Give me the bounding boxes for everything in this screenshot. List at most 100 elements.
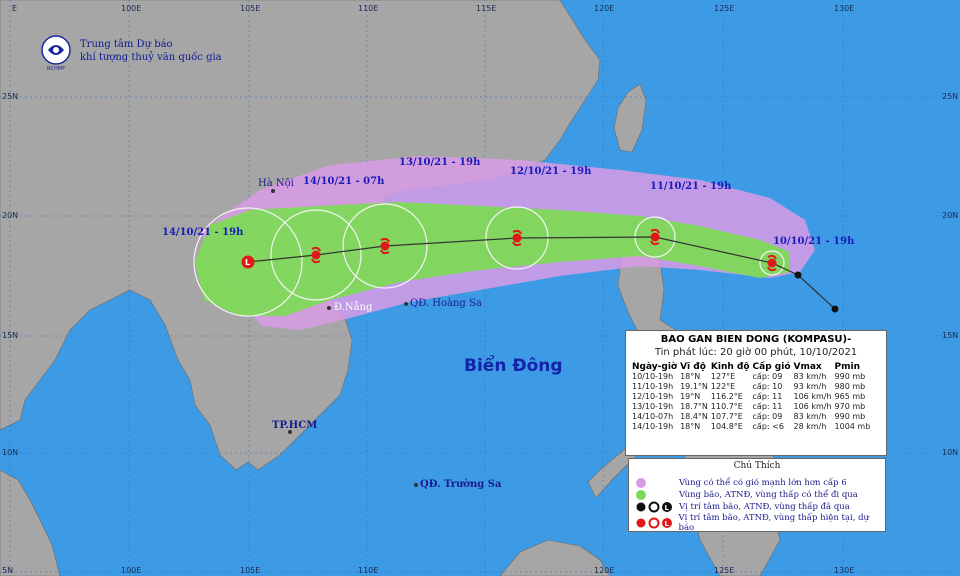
cell: cấp: 09: [752, 372, 783, 381]
col-header: Pmin: [834, 362, 860, 372]
cell: 1004 mb: [834, 422, 871, 431]
forecast-label: 14/10/21 - 07h: [303, 176, 385, 187]
cell: cấp: 11: [752, 402, 783, 411]
issue-time: Tin phát lúc: 20 giờ 00 phút, 10/10/2021: [654, 347, 858, 358]
cell: 980 mb: [834, 382, 866, 391]
cell: 14/10-07h: [632, 412, 674, 421]
legend-item: L Vị trí tâm bão, ATNĐ, vùng thấp đã qua: [635, 501, 850, 513]
cell: cấp: 09: [752, 412, 783, 421]
lat-label: 20N: [942, 211, 959, 220]
legend-label: Vị trí tâm bão, ATNĐ, vùng thấp đã qua: [679, 502, 850, 512]
col-header: Cấp gió: [752, 362, 791, 372]
svg-text:L: L: [245, 258, 250, 267]
cell: 83 km/h: [793, 412, 827, 421]
storm-zone-swatch-icon: [636, 490, 646, 500]
cell: 12/10-19h: [632, 392, 674, 401]
low-pressure-icon: L: [241, 255, 255, 269]
lon-label: 130E: [834, 4, 855, 13]
cell: cấp: <6: [752, 422, 784, 431]
lat-label: 20N: [2, 211, 19, 220]
place-danang: Đ.Nẵng: [334, 302, 373, 313]
cell: 10/10-19h: [632, 372, 674, 381]
lon-label: 115E: [476, 4, 497, 13]
table-row: 12/10-19h 19°N 116.2°E cấp: 11 106 km/h 965 m…: [632, 392, 873, 402]
forecast-label: 10/10/21 - 19h: [773, 236, 855, 247]
agency-name: Trung tâm Dự báo khí tượng thuỷ văn quốc…: [80, 38, 222, 64]
lon-label: 110E: [358, 4, 379, 13]
forecast-label: 13/10/21 - 19h: [399, 157, 481, 168]
cell: cấp: 11: [752, 392, 783, 401]
cell: 13/10-19h: [632, 402, 674, 411]
place-truongsa: QĐ. Trường Sa: [420, 479, 502, 490]
agency-line2: khí tượng thuỷ văn quốc gia: [80, 52, 222, 63]
table-row: 11/10-19h 19.1°N 122°E cấp: 10 93 km/h 980 mb: [632, 382, 873, 392]
lon-label: 105E: [240, 4, 261, 13]
table-row: 14/10-07h 18.4°N 107.7°E cấp: 09 83 km/h 990 …: [632, 412, 873, 422]
map-legend: Chú Thích Vùng có thể có gió mạnh lớn hơ…: [628, 458, 886, 533]
col-header: Kinh độ: [710, 362, 750, 372]
agency-line1: Trung tâm Dự báo: [80, 39, 173, 50]
lon-label: 100E: [121, 4, 142, 13]
lat-label: 10N: [2, 448, 19, 457]
svg-text:L: L: [665, 504, 670, 512]
map-stage: L E 100E 105E 110E 115E 120E 125E 130E 1…: [0, 0, 960, 576]
legend-label: Vùng có thể có gió mạnh lớn hơn cấp 6: [679, 478, 847, 488]
south-land: [0, 469, 61, 576]
lat-label: 25N: [2, 92, 19, 101]
storm-title: BAO GAN BIEN DONG (KOMPASU)-: [660, 334, 852, 345]
cell: 18.7°N: [680, 402, 708, 411]
cell: 990 mb: [834, 412, 866, 421]
legend-item: L Vị trí tâm bão, ATNĐ, vùng thấp hiện t…: [635, 513, 885, 533]
cell: 83 km/h: [793, 372, 827, 381]
cell: 970 mb: [834, 402, 866, 411]
lon-label: 105E: [240, 566, 261, 575]
cell: 14/10-19h: [632, 422, 674, 431]
cell: 93 km/h: [793, 382, 827, 391]
cell: 127°E: [710, 372, 736, 381]
cell: 19°N: [680, 392, 701, 401]
sea-name: Biển Đông: [464, 356, 563, 376]
lon-label: 120E: [594, 4, 615, 13]
svg-text:L: L: [665, 520, 670, 528]
agency-logo-icon: NCHMF: [41, 35, 71, 72]
cell: 19.1°N: [680, 382, 708, 391]
cell: 11/10-19h: [632, 382, 674, 391]
logo-text: NCHMF: [47, 66, 65, 72]
cell: 990 mb: [834, 372, 866, 381]
cell: 106 km/h: [793, 402, 832, 411]
strong-wind-swatch-icon: [636, 478, 646, 488]
lat-label: 25N: [942, 92, 959, 101]
place-hcm: TP.HCM: [272, 420, 318, 431]
legend-label: Vùng bão, ATNĐ, vùng thấp có thể đi qua: [679, 490, 858, 500]
legend-title: Chú Thích: [733, 461, 781, 471]
table-row: 13/10-19h 18.7°N 110.7°E cấp: 11 106 km/h 970…: [632, 402, 873, 412]
taiwan-island: [613, 83, 647, 153]
lon-label: 125E: [714, 566, 735, 575]
cell: 28 km/h: [793, 422, 827, 431]
forecast-label: 11/10/21 - 19h: [650, 181, 732, 192]
forecast-label: 14/10/21 - 19h: [162, 227, 244, 238]
cell: 18.4°N: [680, 412, 708, 421]
lat-label: 15N: [942, 331, 959, 340]
cell: 18°N: [680, 422, 701, 431]
forecast-label: 12/10/21 - 19h: [510, 166, 592, 177]
col-header: Ngày-giờ: [632, 362, 678, 372]
lat-label: 15N: [2, 331, 19, 340]
past-position-symbols-icon: L: [636, 501, 672, 513]
lon-label: 120E: [594, 566, 615, 575]
lon-label: 130E: [834, 566, 855, 575]
cell: cấp: 10: [752, 382, 783, 391]
cell: 965 mb: [834, 392, 866, 401]
lat-label: 10N: [942, 448, 959, 457]
place-hanoi: Hà Nội: [258, 178, 294, 189]
table-header-row: Ngày-giờ Vĩ độ Kinh độ Cấp gió Vmax Pmin: [632, 362, 873, 372]
table-row: 14/10-19h 18°N 104.8°E cấp: <6 28 km/h 1004 m…: [632, 422, 873, 432]
cell: 116.2°E: [710, 392, 743, 401]
lon-label: E: [12, 4, 18, 13]
cell: 107.7°E: [710, 412, 743, 421]
lon-label: 100E: [121, 566, 142, 575]
lat-label: 5N: [2, 566, 14, 575]
cell: 18°N: [680, 372, 701, 381]
place-hoangsa: QĐ. Hoàng Sa: [410, 298, 482, 309]
lon-label: 125E: [714, 4, 735, 13]
